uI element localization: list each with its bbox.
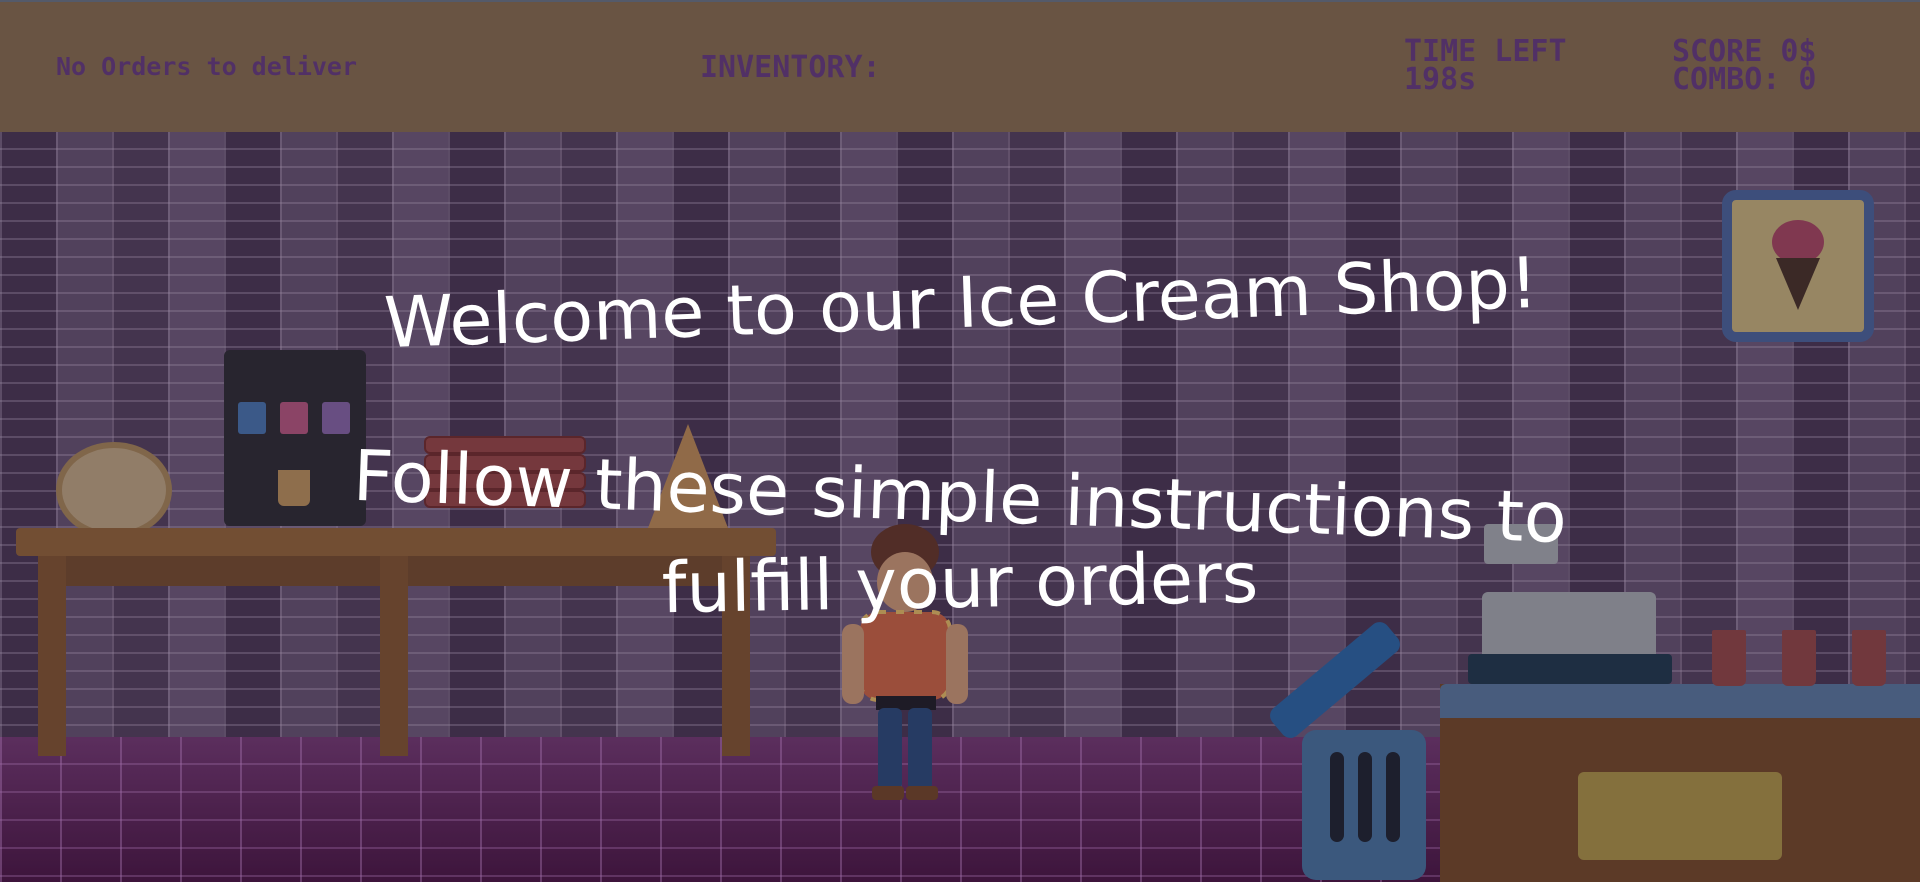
dim-overlay[interactable]: Welcome to our Ice Cream Shop! Follow th…	[0, 0, 1920, 882]
instructions-line-2: fulfill your orders	[661, 536, 1259, 630]
welcome-message: Welcome to our Ice Cream Shop!	[382, 241, 1540, 365]
